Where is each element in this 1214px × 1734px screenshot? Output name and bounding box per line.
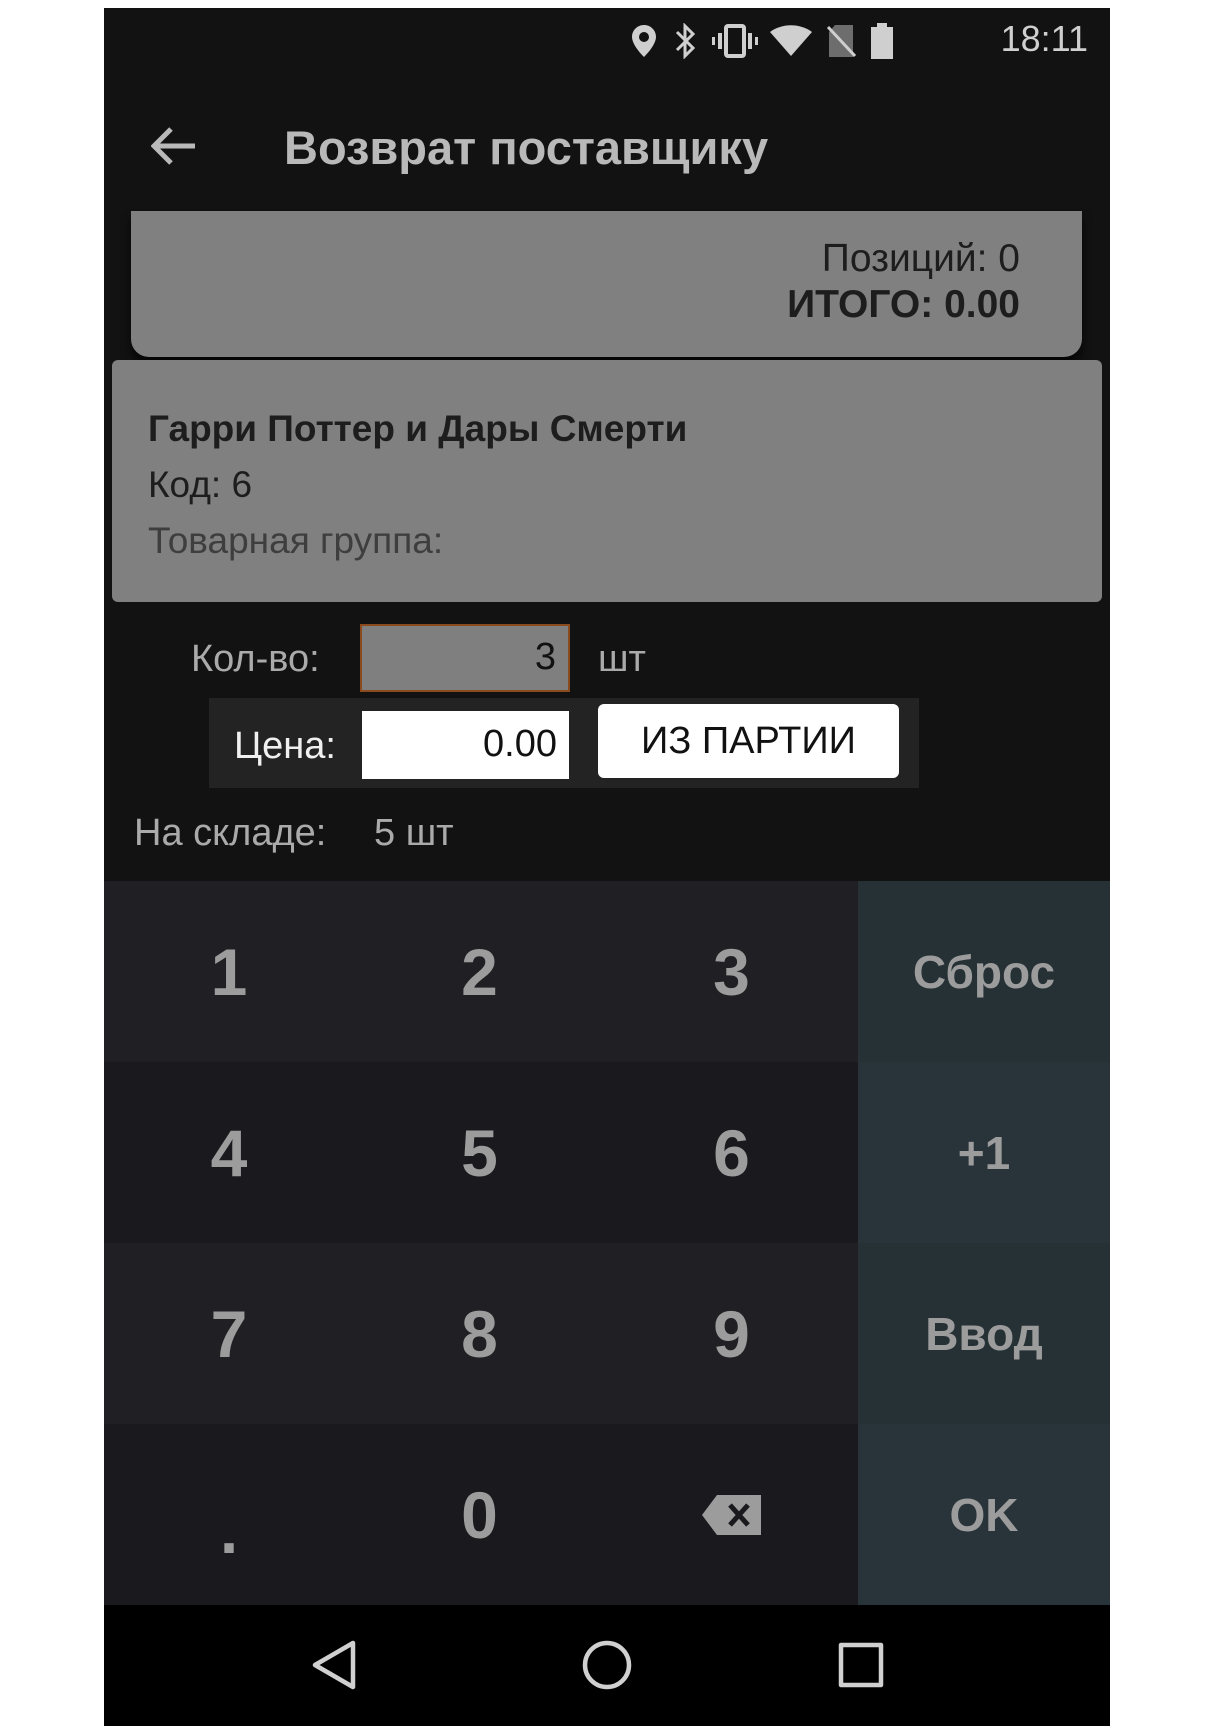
home-circle-icon	[582, 1640, 632, 1690]
back-triangle-icon	[312, 1640, 356, 1690]
quantity-unit: шт	[598, 638, 646, 680]
price-input[interactable]: 0.00	[362, 711, 569, 779]
app-bar: Возврат поставщику	[104, 74, 1110, 218]
key-4[interactable]: 4	[104, 1062, 354, 1243]
keypad: 1 2 3 Сброс 4 5 6 +1 7 8 9 Ввод . 0 OK	[104, 881, 1110, 1605]
key-0[interactable]: 0	[354, 1424, 605, 1605]
bluetooth-icon	[670, 22, 700, 60]
product-name: Гарри Поттер и Дары Смерти	[148, 408, 688, 449]
location-icon	[629, 22, 659, 60]
key-dot[interactable]: .	[104, 1424, 354, 1605]
recents-square-icon	[838, 1642, 884, 1688]
backspace-icon	[701, 1494, 761, 1535]
positions-count: Позиций: 0	[821, 237, 1020, 280]
arrow-back-icon	[151, 127, 195, 165]
key-6[interactable]: 6	[605, 1062, 858, 1243]
no-sim-icon	[824, 22, 858, 60]
ok-button[interactable]: OK	[858, 1424, 1110, 1605]
total-amount: ИТОГО: 0.00	[787, 283, 1020, 326]
quantity-label: Кол-во:	[191, 638, 320, 680]
back-button[interactable]	[134, 114, 214, 178]
status-time: 18:11	[1000, 18, 1088, 59]
nav-home-button[interactable]	[577, 1635, 637, 1695]
product-group: Товарная группа:	[148, 520, 444, 561]
stock-value: 5 шт	[374, 812, 454, 854]
totals-card: Позиций: 0 ИТОГО: 0.00	[131, 211, 1082, 357]
key-7[interactable]: 7	[104, 1243, 354, 1424]
key-2[interactable]: 2	[354, 881, 605, 1062]
status-bar: 18:11	[104, 8, 1110, 74]
key-8[interactable]: 8	[354, 1243, 605, 1424]
battery-icon	[868, 22, 896, 60]
product-code: Код: 6	[148, 464, 253, 505]
from-batch-button[interactable]: ИЗ ПАРТИИ	[598, 704, 899, 778]
stock-label: На складе:	[134, 812, 327, 854]
nav-back-button[interactable]	[304, 1635, 364, 1695]
page-title: Возврат поставщику	[284, 121, 769, 174]
quantity-input[interactable]: 3	[360, 624, 570, 692]
vibrate-icon	[712, 22, 758, 60]
key-5[interactable]: 5	[354, 1062, 605, 1243]
price-label: Цена:	[234, 725, 336, 767]
enter-button[interactable]: Ввод	[858, 1243, 1110, 1424]
key-1[interactable]: 1	[104, 881, 354, 1062]
key-3[interactable]: 3	[605, 881, 858, 1062]
nav-recents-button[interactable]	[831, 1635, 891, 1695]
plus-one-button[interactable]: +1	[858, 1062, 1110, 1243]
wifi-icon	[768, 22, 814, 60]
key-9[interactable]: 9	[605, 1243, 858, 1424]
backspace-button[interactable]	[605, 1424, 858, 1605]
reset-button[interactable]: Сброс	[858, 881, 1110, 1062]
product-card: Гарри Поттер и Дары Смерти Код: 6 Товарн…	[112, 360, 1102, 602]
navigation-bar	[104, 1605, 1110, 1726]
phone-screen: 18:11 Возврат поставщику Позиций: 0 ИТОГ…	[104, 8, 1110, 1726]
